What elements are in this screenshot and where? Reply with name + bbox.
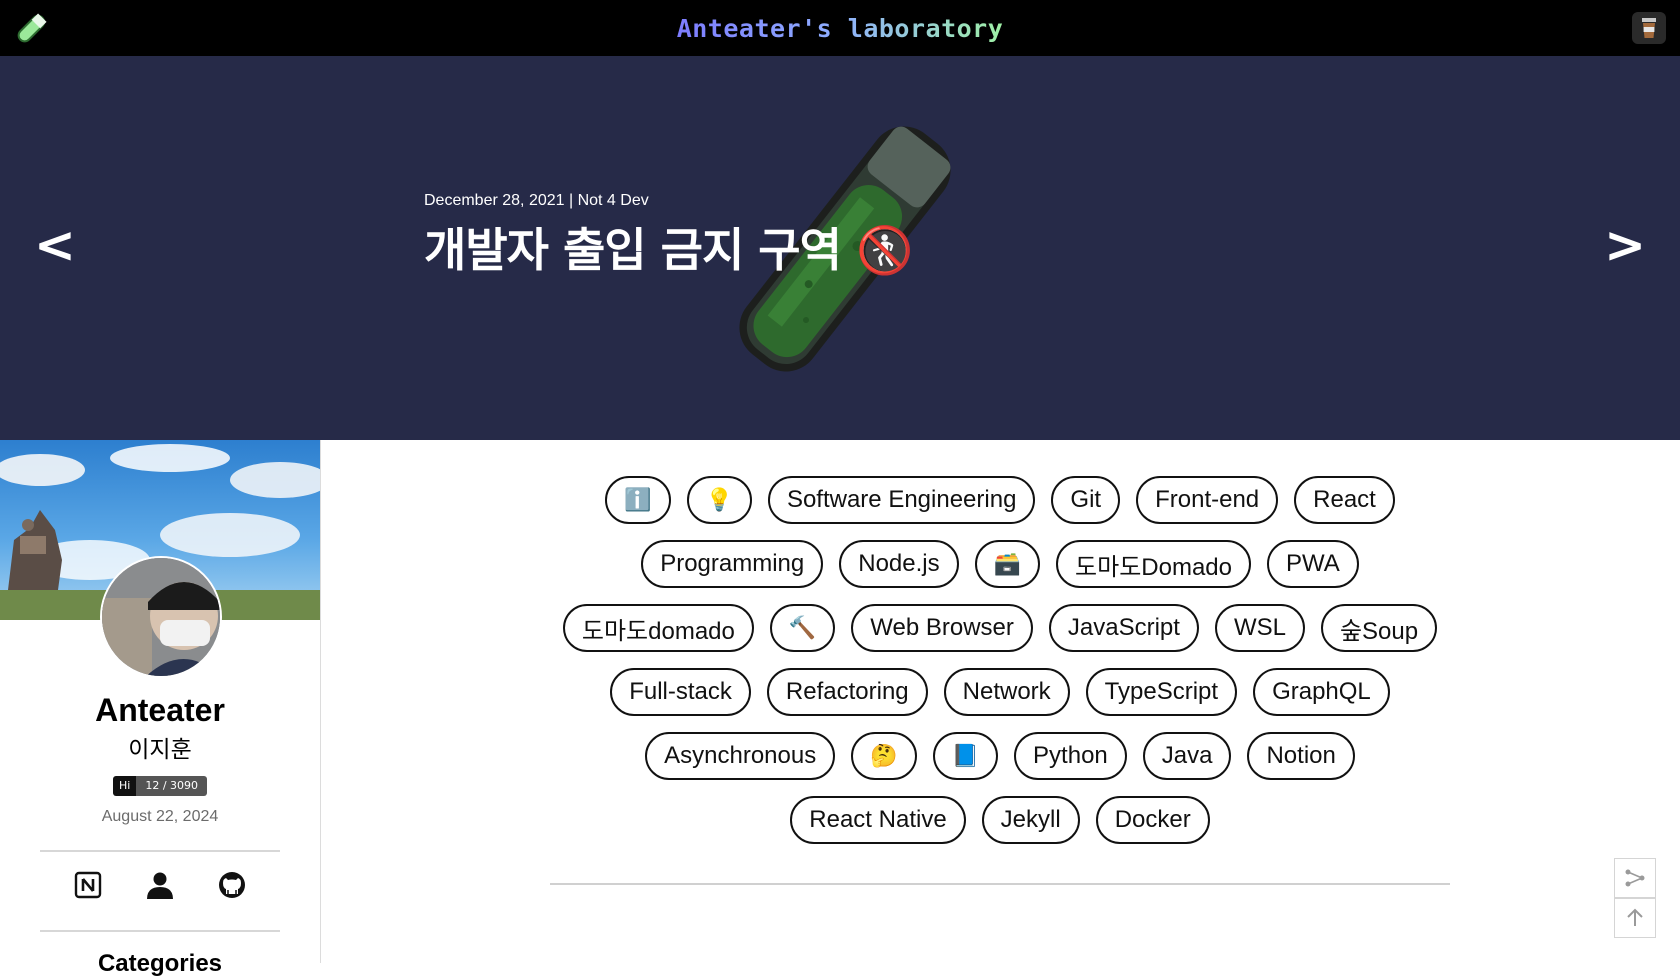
tag-programming[interactable]: Programming — [641, 540, 824, 588]
tag-web-browser[interactable]: Web Browser — [851, 604, 1033, 652]
tag-thinking[interactable]: 🤔 — [851, 732, 917, 780]
site-title[interactable]: Anteater's laboratory — [0, 14, 1680, 43]
hero-next-button[interactable]: > — [1604, 216, 1646, 274]
hits-count: 12 / 3090 — [136, 776, 208, 796]
tag-full-stack[interactable]: Full-stack — [610, 668, 751, 716]
tag-idea[interactable]: 💡 — [686, 476, 752, 524]
tag-refactoring[interactable]: Refactoring — [766, 668, 928, 716]
tag-info[interactable]: ℹ️ — [605, 476, 671, 524]
tag-react[interactable]: React — [1294, 476, 1395, 524]
tag-notion[interactable]: Notion — [1247, 732, 1355, 780]
profile-korean-name: 이지훈 — [128, 737, 192, 763]
tag-domado-lower[interactable]: 도마도domado — [562, 604, 754, 652]
tag-typescript[interactable]: TypeScript — [1085, 668, 1238, 716]
tag-card-box[interactable]: 🗃️ — [974, 540, 1041, 588]
top-bar: Anteater's laboratory — [0, 0, 1680, 56]
tag-hammer[interactable]: 🔨 — [769, 604, 836, 652]
profile-name: Anteater — [95, 692, 225, 728]
share-button[interactable] — [1614, 858, 1656, 898]
github-icon[interactable] — [215, 868, 249, 902]
tag-software-engineering[interactable]: Software Engineering — [767, 476, 1036, 524]
tag-react-native[interactable]: React Native — [790, 796, 966, 844]
hero-prev-button[interactable]: < — [34, 216, 76, 274]
notion-icon[interactable] — [71, 868, 105, 902]
hits-label: Hi — [113, 776, 137, 796]
tag-javascript[interactable]: JavaScript — [1048, 604, 1199, 652]
coffee-cup-icon[interactable] — [1632, 12, 1666, 44]
hero-banner: December 28, 2021 | Not 4 Dev 개발자 출입 금지 … — [0, 56, 1680, 440]
profile-sidebar: Anteater 이지훈 Hi 12 / 3090 August 22, 202… — [0, 440, 321, 977]
hits-badge: Hi 12 / 3090 — [113, 776, 208, 796]
avatar[interactable] — [100, 556, 222, 678]
tag-git[interactable]: Git — [1051, 476, 1121, 524]
tag-domado[interactable]: 도마도Domado — [1056, 540, 1251, 588]
tag-book[interactable]: 📘 — [932, 732, 999, 780]
tag-cloud: ℹ️ 💡 Software Engineering Git Front-end … — [550, 476, 1450, 844]
tag-docker[interactable]: Docker — [1095, 796, 1210, 844]
categories-title: Categories — [97, 950, 223, 977]
tag-nodejs[interactable]: Node.js — [839, 540, 959, 588]
tag-soup[interactable]: 숲Soup — [1320, 604, 1438, 652]
arrow-up-icon — [1627, 908, 1643, 926]
person-icon[interactable] — [143, 868, 177, 902]
profile-date: August 22, 2024 — [101, 808, 219, 825]
tag-network[interactable]: Network — [943, 668, 1070, 716]
hero-post-title[interactable]: 개발자 출입 금지 구역 🚷 — [424, 214, 913, 280]
tag-jekyll[interactable]: Jekyll — [981, 796, 1080, 844]
scroll-top-button[interactable] — [1614, 898, 1656, 938]
tag-wsl[interactable]: WSL — [1214, 604, 1305, 652]
tag-python[interactable]: Python — [1014, 732, 1127, 780]
sidebar-divider — [40, 930, 280, 932]
tag-java[interactable]: Java — [1142, 732, 1232, 780]
tag-graphql[interactable]: GraphQL — [1253, 668, 1390, 716]
sidebar-divider — [40, 850, 280, 852]
share-icon — [1625, 869, 1645, 887]
social-links — [0, 868, 320, 902]
content-divider — [550, 883, 1450, 885]
tag-pwa[interactable]: PWA — [1267, 540, 1359, 588]
tag-asynchronous[interactable]: Asynchronous — [645, 732, 836, 780]
hero-post-meta: December 28, 2021 | Not 4 Dev — [424, 192, 649, 209]
tag-front-end[interactable]: Front-end — [1136, 476, 1279, 524]
